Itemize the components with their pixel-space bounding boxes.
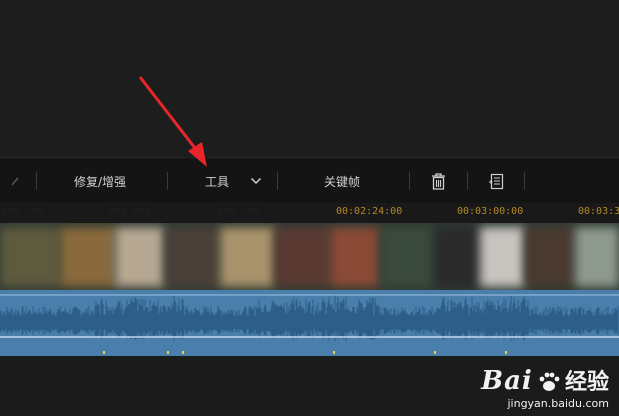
watermark-sub: 经验	[564, 369, 609, 395]
repair-enhance-button[interactable]: 修复/增强	[74, 158, 126, 204]
video-thumbnail	[220, 227, 275, 287]
ruler-tick-ghost: ··· ···	[2, 206, 45, 217]
toolbar-divider	[36, 172, 37, 190]
video-thumbnail	[380, 227, 435, 287]
properties-button[interactable]	[488, 158, 504, 204]
toolbar-divider	[467, 172, 468, 190]
tools-label: 工具	[205, 174, 230, 189]
video-thumbnail	[115, 227, 165, 287]
watermark-brand: Bai	[481, 365, 533, 396]
video-thumbnail	[330, 227, 380, 287]
ruler-tick-label: 00:03:36	[578, 206, 619, 217]
audio-waveform	[0, 290, 619, 356]
video-thumbnail	[275, 227, 330, 287]
toolbar-divider	[167, 172, 168, 190]
toolbar-divider	[277, 172, 278, 190]
video-track-clip[interactable]	[0, 223, 619, 290]
video-thumbnail	[575, 227, 619, 287]
ruler-tick-label: 00:02:24:00	[336, 206, 403, 217]
paw-icon	[538, 371, 560, 397]
tools-dropdown[interactable]: 工具	[205, 158, 262, 204]
video-thumbnail	[165, 227, 220, 287]
preview-area	[0, 0, 619, 157]
video-thumbnail	[525, 227, 575, 287]
delete-button[interactable]	[431, 158, 446, 204]
timeline-toolbar: 修复/增强 工具 关键帧	[0, 157, 619, 204]
ruler-tick-ghost: ··· ···	[108, 206, 151, 217]
baidu-jingyan-watermark: Bai 经验 jingyan.baidu.com	[481, 364, 609, 411]
audio-track-clip[interactable]	[0, 290, 619, 356]
edit-icon[interactable]	[10, 158, 20, 204]
keyframe-button[interactable]: 关键帧	[324, 158, 360, 204]
video-thumbnail	[435, 227, 480, 287]
chevron-down-icon[interactable]	[250, 177, 262, 185]
trash-icon	[431, 172, 446, 190]
list-panel-icon	[488, 173, 504, 190]
video-thumbnail	[0, 227, 60, 287]
toolbar-divider	[409, 172, 410, 190]
timeline-empty-area: Bai 经验 jingyan.baidu.com	[0, 356, 619, 416]
keyframe-label: 关键帧	[324, 174, 361, 189]
watermark-url: jingyan.baidu.com	[507, 397, 609, 410]
toolbar-divider	[524, 172, 525, 190]
video-thumbnail	[60, 227, 115, 287]
ruler-tick-ghost: ··· ···	[218, 206, 261, 217]
video-thumbnail	[480, 227, 525, 287]
timeline-ruler[interactable]: ··· ··· ··· ··· ··· ··· 00:02:24:00 00:0…	[0, 203, 619, 223]
ruler-tick-label: 00:03:00:00	[457, 206, 524, 217]
repair-enhance-label: 修复/增强	[74, 174, 127, 189]
